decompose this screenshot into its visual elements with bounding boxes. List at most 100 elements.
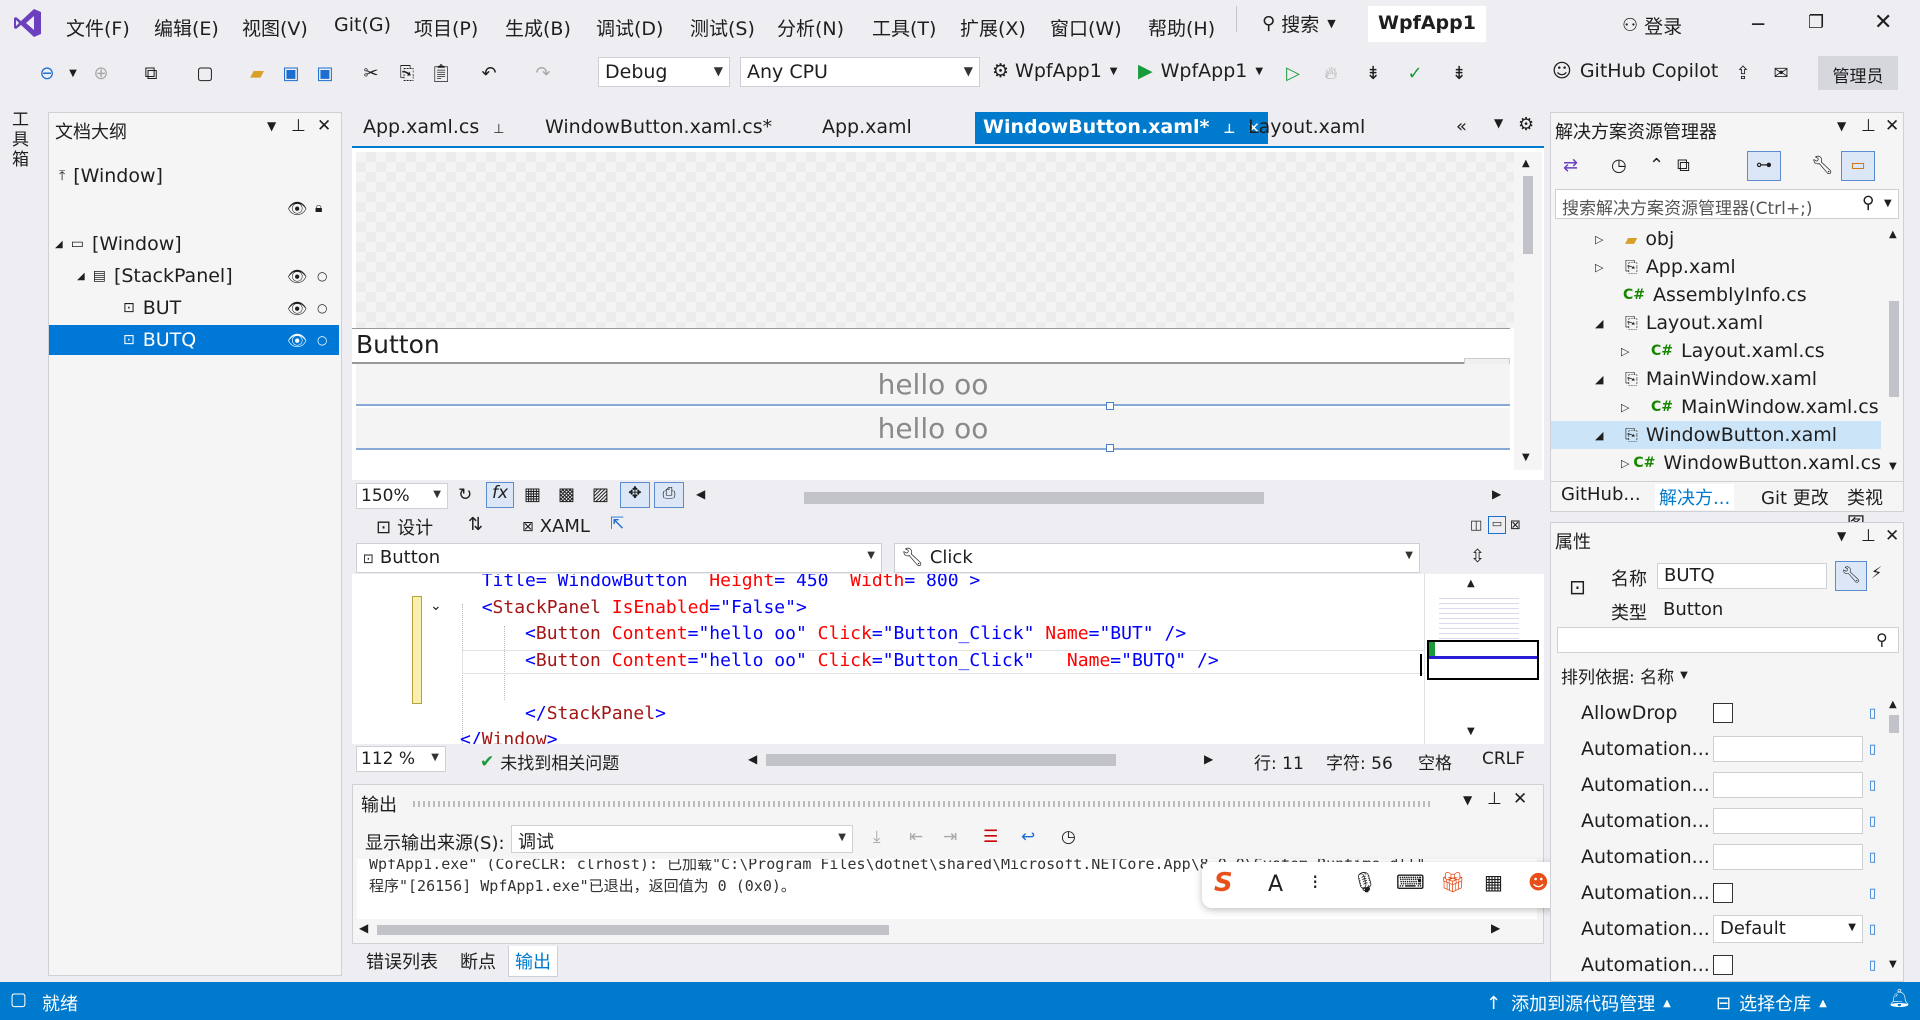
property-text-field[interactable] bbox=[1713, 844, 1863, 870]
designer-button-butq[interactable]: hello oo bbox=[356, 408, 1510, 450]
property-marker-icon[interactable]: ▯ bbox=[1869, 742, 1876, 757]
solution-item[interactable]: ▷ ⎘ App.xaml bbox=[1551, 253, 1881, 281]
scroll-right-icon[interactable]: ▶ bbox=[1491, 921, 1500, 935]
preview-selected-icon[interactable]: ▭ bbox=[1841, 151, 1875, 181]
menu-item[interactable]: 工具(T) bbox=[872, 14, 936, 41]
outline-item[interactable]: ⤒ [Window] bbox=[49, 161, 339, 191]
visibility-eye-icon[interactable]: 👁︎ bbox=[287, 199, 307, 218]
restore-button[interactable]: ❐ bbox=[1808, 12, 1824, 33]
start-without-debug-icon[interactable]: ▷ bbox=[1280, 60, 1306, 86]
line-ending-indicator[interactable]: CRLF bbox=[1482, 749, 1525, 769]
grid-icon[interactable]: ▦ bbox=[524, 484, 541, 505]
settings-gear-icon[interactable]: ⚙ bbox=[1518, 114, 1534, 135]
property-text-field[interactable] bbox=[1713, 772, 1863, 798]
collapse-pane-icon[interactable]: ⊠ bbox=[1510, 518, 1521, 533]
word-wrap-icon[interactable]: ↩ bbox=[1021, 827, 1035, 847]
expand-arrow-icon[interactable]: ▷ bbox=[1595, 233, 1625, 246]
goto-location-icon[interactable]: ⤓ bbox=[873, 827, 881, 847]
split-editor-icon[interactable]: ⇳ bbox=[1470, 546, 1485, 567]
close-icon[interactable]: ✕ bbox=[1885, 116, 1899, 136]
collapse-all-icon[interactable]: ⌃ bbox=[1649, 155, 1664, 176]
close-window-button[interactable]: ✕ bbox=[1874, 10, 1892, 35]
scrollbar-thumb[interactable] bbox=[1889, 715, 1899, 733]
timestamp-icon[interactable]: ◷ bbox=[1061, 827, 1076, 847]
nav-back-icon[interactable]: ⊖ bbox=[34, 60, 60, 86]
menu-item[interactable]: 帮助(H) bbox=[1148, 14, 1215, 41]
artboard-bg-icon[interactable]: ▨ bbox=[592, 484, 609, 505]
swap-panes-icon[interactable]: ⇅ bbox=[468, 514, 483, 535]
scroll-left-icon[interactable]: ◀ bbox=[696, 487, 705, 501]
property-marker-icon[interactable]: ▯ bbox=[1869, 778, 1876, 793]
platform-select[interactable]: Any CPU ▼ bbox=[740, 57, 980, 87]
save-icon[interactable]: ▣ bbox=[278, 60, 304, 86]
property-text-field[interactable] bbox=[1713, 808, 1863, 834]
output-bottom-tab[interactable]: 断点 bbox=[454, 946, 502, 976]
ime-punctuation-icon[interactable]: ⁝ bbox=[1312, 870, 1318, 894]
chevron-down-icon[interactable]: ▼ bbox=[1463, 793, 1472, 807]
lock-toggle-icon[interactable]: ○ bbox=[317, 333, 327, 347]
start-debug-button[interactable]: ▶ WpfApp1 ▼ bbox=[1138, 60, 1263, 82]
popout-icon[interactable]: ⇱ bbox=[610, 514, 624, 534]
expand-arrow-icon[interactable]: ▷ bbox=[1621, 345, 1651, 358]
property-search-field[interactable]: ⚲ bbox=[1557, 627, 1899, 653]
solution-bottom-tab[interactable]: GitHub... bbox=[1557, 484, 1645, 505]
add-to-source-control-button[interactable]: ↑ 添加到源代码管理 ▲ bbox=[1486, 990, 1671, 1016]
property-text-field[interactable] bbox=[1713, 736, 1863, 762]
code-map-viewport[interactable] bbox=[1427, 640, 1539, 680]
lock-toggle-icon[interactable]: ○ bbox=[317, 269, 327, 283]
toolbox-tab[interactable]: 工具箱 bbox=[12, 110, 32, 170]
expand-arrow-icon[interactable]: ◢ bbox=[1595, 317, 1625, 330]
collapse-region-icon[interactable]: ⌄ bbox=[430, 598, 442, 614]
whitespace-indicator[interactable]: 空格 bbox=[1418, 749, 1452, 774]
xaml-view-tab[interactable]: ⊠ XAML bbox=[522, 516, 590, 537]
ime-avatar-icon[interactable]: ☻ bbox=[1528, 870, 1549, 894]
scrollbar-thumb[interactable] bbox=[1523, 176, 1533, 254]
chevron-down-icon[interactable]: ▼ bbox=[267, 119, 276, 133]
menu-item[interactable]: 窗口(W) bbox=[1050, 14, 1122, 41]
share-icon[interactable]: ⇪ bbox=[1730, 60, 1756, 86]
configuration-select[interactable]: Debug ▼ bbox=[598, 57, 730, 87]
visibility-eye-icon[interactable]: 👁︎ bbox=[287, 299, 307, 318]
snap-grid-icon[interactable]: ▩ bbox=[558, 484, 575, 505]
property-marker-icon[interactable]: ▯ bbox=[1869, 706, 1876, 721]
expand-arrow-icon[interactable]: ▷ bbox=[1595, 261, 1625, 274]
property-checkbox[interactable] bbox=[1713, 703, 1733, 723]
chevron-up-icon[interactable]: ▲ bbox=[1522, 158, 1530, 169]
designer-zoom-select[interactable]: 150% ▼ bbox=[356, 483, 448, 509]
solution-item[interactable]: ▷ C# MainWindow.xaml.cs bbox=[1551, 393, 1881, 421]
chevron-down-icon[interactable]: ▼ bbox=[1889, 461, 1897, 472]
pending-changes-icon[interactable]: ◷ bbox=[1611, 155, 1627, 176]
expand-arrow-icon[interactable]: ◢ bbox=[1595, 429, 1625, 442]
document-tab[interactable]: WindowButton.xaml* ⊥ ✕ bbox=[975, 112, 1268, 144]
hot-reload-icon[interactable]: 🔥︎ bbox=[1318, 60, 1344, 86]
toolbar-overflow-icon[interactable]: ⇟ bbox=[1360, 60, 1386, 86]
expand-arrow-icon[interactable]: ◢ bbox=[1595, 373, 1625, 386]
solution-vertical-scrollbar[interactable]: ▲ ▼ bbox=[1885, 225, 1903, 479]
ime-gift-icon[interactable]: 🎁︎ bbox=[1440, 870, 1465, 894]
outline-item[interactable]: ⊡ BUT 👁︎ ○ bbox=[49, 293, 339, 323]
document-tab[interactable]: WindowButton.xaml.cs* bbox=[537, 112, 780, 144]
next-message-icon[interactable]: ⇥ bbox=[943, 827, 957, 847]
vertical-split-icon[interactable]: ◫ bbox=[1470, 518, 1482, 533]
property-marker-icon[interactable]: ▯ bbox=[1869, 886, 1876, 901]
toolbar-overflow-icon[interactable]: ⇟ bbox=[1446, 60, 1472, 86]
menu-item[interactable]: 视图(V) bbox=[242, 14, 308, 41]
scroll-left-icon[interactable]: ◀ bbox=[748, 752, 757, 766]
line-indicator[interactable]: 行: 11 bbox=[1254, 749, 1304, 774]
spellcheck-icon[interactable]: ✓ bbox=[1402, 60, 1428, 86]
output-horizontal-scrollbar-thumb[interactable] bbox=[377, 925, 889, 935]
lock-icon[interactable]: 🔒︎ bbox=[315, 200, 322, 216]
chevron-down-icon[interactable]: ▼ bbox=[1522, 452, 1530, 463]
visibility-eye-icon[interactable]: 👁︎ bbox=[287, 331, 307, 350]
designer-vertical-scrollbar[interactable]: ▲ ▼ bbox=[1514, 152, 1542, 470]
editor-zoom-select[interactable]: 112 % ▼ bbox=[356, 746, 446, 772]
cut-icon[interactable]: ✂ bbox=[358, 60, 384, 86]
menu-item[interactable]: Git(G) bbox=[334, 14, 391, 36]
startup-project-select[interactable]: ⚙ WpfApp1 ▼ bbox=[992, 60, 1118, 82]
selection-handle[interactable] bbox=[1106, 444, 1114, 452]
menu-item[interactable]: 测试(S) bbox=[690, 14, 755, 41]
solution-bottom-tab[interactable]: Git 更改 bbox=[1757, 484, 1833, 510]
outline-item[interactable]: ◢ ▤ [StackPanel] 👁︎ ○ bbox=[49, 261, 339, 291]
close-icon[interactable]: ✕ bbox=[317, 116, 331, 136]
refresh-icon[interactable]: ↻ bbox=[458, 485, 472, 505]
